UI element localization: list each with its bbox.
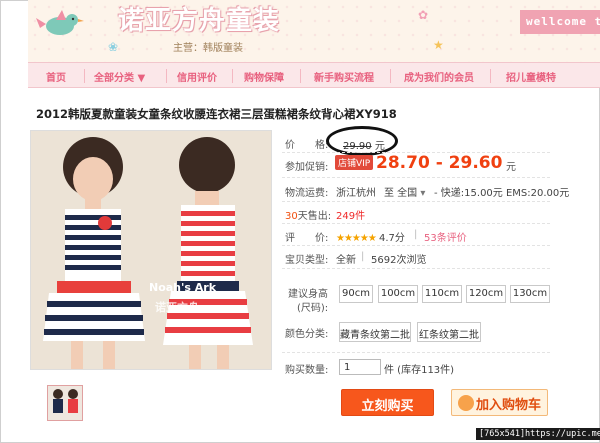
quantity-label: 购买数量:: [285, 365, 329, 376]
type-label: 宝贝类型:: [285, 255, 329, 266]
shipping-fee: - 快递:15.00元 EMS:20.00元: [434, 188, 570, 199]
price-label: 价 格:: [285, 140, 329, 151]
photo-watermark-cn: 诺亚方舟: [155, 301, 199, 314]
chevron-down-icon: ▾: [420, 188, 426, 199]
welcome-banner: wellcome to my: [520, 10, 600, 34]
sold-count: 249件: [336, 211, 366, 222]
size-label: 建议身高: [288, 289, 328, 300]
color-option-navy-stripe[interactable]: 藏青条纹第二批: [339, 322, 411, 342]
cart-icon: [458, 395, 474, 411]
type-divider: |: [361, 251, 365, 262]
shop-subtitle: 主营：韩版童装: [173, 43, 243, 54]
star-decoration-icon: ★: [433, 38, 444, 52]
size-option-100[interactable]: 100cm: [378, 285, 418, 303]
bird-logo-icon: [36, 10, 84, 35]
star-rating-icon: ★★★★★: [336, 233, 377, 244]
flower-decoration-icon: ❀: [108, 40, 119, 54]
nav-credit-rating[interactable]: 信用评价: [177, 69, 217, 84]
shipping-label: 物流运费:: [285, 188, 329, 199]
product-title: 2012韩版夏款童装女童条纹收腰连衣裙三层蛋糕裙条纹背心裙XY918: [36, 107, 397, 121]
promo-label: 参加促销:: [285, 162, 329, 173]
color-option-red-stripe[interactable]: 红条纹第二批: [417, 322, 481, 342]
nav-membership[interactable]: 成为我们的会员: [404, 69, 474, 84]
rating-divider: |: [414, 229, 418, 240]
type-value: 全新: [336, 255, 356, 266]
size-option-110[interactable]: 110cm: [422, 285, 462, 303]
size-option-90[interactable]: 90cm: [339, 285, 373, 303]
size-option-130[interactable]: 130cm: [510, 285, 550, 303]
view-count: 5692次浏览: [371, 255, 427, 266]
promo-price: 28.70 - 29.60: [376, 153, 503, 173]
nav-all-categories[interactable]: 全部分类 ▼: [94, 69, 145, 84]
color-label: 颜色分类:: [285, 329, 329, 340]
shop-banner: 诺亚方舟童装 主营：韩版童装 ✿ ★ ❀ wellcome to my: [28, 0, 600, 62]
shop-nav: 首页 全部分类 ▼ 信用评价 购物保障 新手购买流程 成为我们的会员 招儿童模特: [28, 62, 600, 88]
reviews-link[interactable]: 53条评价: [424, 229, 467, 244]
nav-buying-guide[interactable]: 新手购买流程: [314, 69, 374, 84]
shipping-from: 浙江杭州: [336, 188, 376, 199]
buy-now-button[interactable]: 立刻购买: [341, 389, 434, 416]
promo-unit: 元: [506, 162, 516, 173]
size-label-sub: (尺码):: [297, 303, 329, 314]
sold-label: 30天售出:: [285, 211, 332, 222]
quantity-input[interactable]: [339, 359, 381, 375]
product-thumbnail[interactable]: [47, 385, 83, 421]
thumbnail-photo-icon: [48, 386, 82, 420]
photo-watermark: Noah's Ark: [149, 281, 217, 294]
shipping-destination-select[interactable]: 至 全国 ▾: [384, 184, 425, 199]
rating-stars: ★★★★★ 4.7分: [336, 233, 405, 244]
vip-badge: 店铺VIP: [335, 155, 374, 170]
nav-guarantee[interactable]: 购物保障: [244, 69, 284, 84]
stock-text: 件 (库存113件): [384, 365, 455, 376]
image-size-tag: [765x541]https://upic.me/: [476, 428, 600, 440]
nav-child-models[interactable]: 招儿童模特: [506, 69, 556, 84]
add-to-cart-button[interactable]: 加入购物车: [451, 389, 548, 416]
nav-home[interactable]: 首页: [46, 69, 66, 84]
size-option-120[interactable]: 120cm: [466, 285, 506, 303]
product-photo-icon: [31, 131, 271, 369]
shop-name: 诺亚方舟童装: [118, 6, 281, 36]
rating-label: 评 价:: [285, 233, 329, 244]
star-decoration-icon: ✿: [418, 8, 429, 22]
product-main-image[interactable]: Noah's Ark 诺亚方舟: [30, 130, 272, 370]
